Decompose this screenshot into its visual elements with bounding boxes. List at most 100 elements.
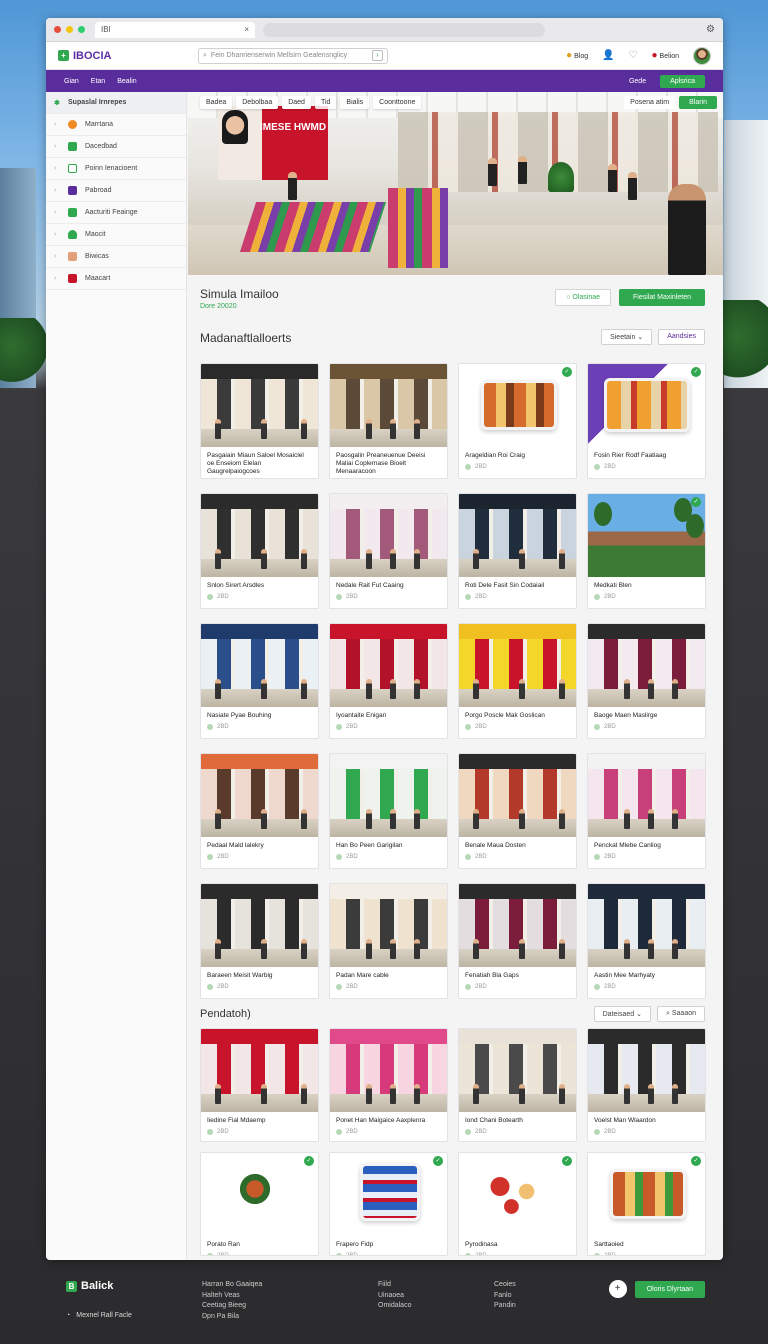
product-card[interactable]: Penckat Mlebe Canliog 2BD: [587, 753, 706, 869]
product-card[interactable]: ✓ Arageldian Roi Craig 2BD: [458, 363, 577, 479]
nav-item-0[interactable]: Gian: [64, 78, 79, 85]
nav-item-1[interactable]: Etan: [91, 78, 105, 85]
close-dot[interactable]: [54, 26, 61, 33]
hero-tab-1[interactable]: Debolbaa: [236, 96, 279, 109]
address-bar[interactable]: [263, 22, 545, 37]
hero-chip[interactable]: Posena atim: [624, 96, 676, 109]
product-card[interactable]: Baraeen Meisit Warbig 2BD: [200, 883, 319, 999]
product-card[interactable]: Nedale Rait Fut Caaing 2BD: [329, 493, 448, 609]
product-card[interactable]: ✓ Porato Ran 2BD: [200, 1152, 319, 1256]
product-card[interactable]: ✓ Pyrodinasa 2BD: [458, 1152, 577, 1256]
tab-close-icon[interactable]: ×: [244, 25, 249, 34]
product-card[interactable]: Padan Mare cable 2BD: [329, 883, 448, 999]
sidebar-item-5[interactable]: › Aacturiti Feainge: [46, 202, 186, 224]
footer-logo[interactable]: B Balick: [66, 1280, 113, 1292]
check-icon[interactable]: ✓: [433, 1156, 443, 1166]
card-meta-text: 2BD: [604, 853, 616, 860]
product-card[interactable]: ✓ Frapero Fidp 2BD: [329, 1152, 448, 1256]
notification-icon[interactable]: ♡: [629, 50, 638, 61]
product-card[interactable]: Pedaal Mald lalekry 2BD: [200, 753, 319, 869]
footer-link[interactable]: Ceoies: [494, 1280, 516, 1291]
product-card[interactable]: Benale Maua Dosten 2BD: [458, 753, 577, 869]
footer-link[interactable]: Ceetiag Bieeg: [202, 1301, 262, 1312]
product-card[interactable]: Fenatiah Bla Gaps 2BD: [458, 883, 577, 999]
product-card[interactable]: Roti Dele Fasit Sin Codaiail 2BD: [458, 493, 577, 609]
hero-tab-5[interactable]: Coonttoone: [373, 96, 422, 109]
sidebar-item-2[interactable]: › Dacedbad: [46, 136, 186, 158]
date-dropdown[interactable]: Dateisaed ⌄: [593, 1006, 651, 1022]
product-card[interactable]: ✓ Fosin Rier Rodf Faatiaag 2BD: [587, 363, 706, 479]
status-dot-icon: [594, 463, 600, 470]
search-box[interactable]: ⌕ Fein Dhanrienserwin Mellsirn Gealensng…: [198, 47, 388, 64]
check-icon[interactable]: ✓: [691, 367, 701, 377]
check-icon[interactable]: ✓: [562, 367, 572, 377]
card-meta: 2BD: [330, 1125, 447, 1139]
hero-button[interactable]: Blarin: [679, 96, 717, 109]
sidebar-item-6[interactable]: › Maocit: [46, 224, 186, 246]
check-icon[interactable]: ✓: [562, 1156, 572, 1166]
search-go-button[interactable]: ›: [372, 50, 383, 61]
footer-link[interactable]: Omidalaco: [378, 1301, 411, 1312]
product-card[interactable]: Nasiate Pyae Bouhing 2BD: [200, 623, 319, 739]
product-card[interactable]: Paosgalin Preaneuenue Deeisi Maliai Copl…: [329, 363, 448, 479]
footer-button[interactable]: Oloris Dlyrtaan: [634, 1280, 705, 1298]
check-icon[interactable]: ✓: [691, 497, 701, 507]
product-card[interactable]: Porgo Poscle Mak Goslican 2BD: [458, 623, 577, 739]
footer-link[interactable]: Fanlo: [494, 1291, 516, 1302]
product-card[interactable]: Iond Chani Botearth 2BD: [458, 1028, 577, 1142]
search-input[interactable]: Fein Dhanrienserwin Mellsirn Gealensngli…: [211, 52, 347, 59]
product-card[interactable]: Iyoantaite Enigan 2BD: [329, 623, 448, 739]
thumbnail-person: [366, 549, 372, 569]
footer-link[interactable]: Dpn Pa Bila: [202, 1312, 262, 1323]
maximize-dot[interactable]: [78, 26, 85, 33]
product-card[interactable]: Pasgaiain Miaun Saloel Mosaiclel oe Ense…: [200, 363, 319, 479]
minimize-dot[interactable]: [66, 26, 73, 33]
hero-tab-0[interactable]: Badea: [200, 96, 233, 109]
check-icon[interactable]: ✓: [304, 1156, 314, 1166]
sidebar-item-4[interactable]: › Pabroad: [46, 180, 186, 202]
footer-link[interactable]: Harran Bo Gaaiqea: [202, 1280, 262, 1291]
settings-icon[interactable]: ⚙: [706, 24, 715, 35]
nav-item-2[interactable]: Bealin: [117, 78, 136, 85]
add-icon[interactable]: +: [608, 1280, 627, 1298]
app-logo[interactable]: + IBOCIA: [58, 50, 198, 62]
product-card[interactable]: ✓ Sarttaoied 2BD: [587, 1152, 706, 1256]
sidebar-item-7[interactable]: › Biwicas: [46, 246, 186, 268]
status-dot-icon: [336, 1252, 342, 1255]
sort-dropdown[interactable]: Sieetain ⌄: [601, 329, 653, 345]
product-card[interactable]: Baoge Maen Maslirge 2BD: [587, 623, 706, 739]
hero-tab-4[interactable]: Bialis: [340, 96, 370, 109]
sidebar-item-8[interactable]: › Maacart: [46, 268, 186, 290]
footer-link[interactable]: Fiild: [378, 1280, 411, 1291]
user-link-2[interactable]: ● Belion: [652, 50, 679, 61]
avatar[interactable]: [693, 46, 711, 65]
check-icon[interactable]: ✓: [691, 1156, 701, 1166]
product-card[interactable]: Han Bo Peen Garigilan 2BD: [329, 753, 448, 869]
thumbnail-person: [261, 419, 267, 439]
product-card[interactable]: Aastin Mee Marhyaty 2BD: [587, 883, 706, 999]
product-card[interactable]: ✓ Medkati Blen 2BD: [587, 493, 706, 609]
product-card[interactable]: Snlon Sirert Arsdles 2BD: [200, 493, 319, 609]
hero-tab-3[interactable]: Tid: [314, 96, 337, 109]
footer-link[interactable]: Pandin: [494, 1301, 516, 1312]
user-link-1[interactable]: ● Blog: [566, 50, 588, 61]
section-primary-button[interactable]: Fiesilat Maxinleten: [619, 289, 705, 306]
nav-primary-button[interactable]: Aplsrica: [660, 74, 705, 88]
footer-link[interactable]: Uinaoea: [378, 1291, 411, 1302]
sidebar-item-3[interactable]: › Poinn Ienacioent: [46, 158, 186, 180]
nav-right-link[interactable]: Gede: [629, 78, 646, 85]
footer-link[interactable]: Halteh Veas: [202, 1291, 262, 1302]
card-caption: Iond Chani Botearth: [465, 1117, 523, 1124]
section-outline-button[interactable]: ○ Olasinae: [555, 289, 612, 306]
product-card[interactable]: Voelst Man Wlaardon 2BD: [587, 1028, 706, 1142]
product-card[interactable]: Iiedine Fial Mdaemp 2BD: [200, 1028, 319, 1142]
product-card[interactable]: Ponet Han Maigaice Aaxplenra 2BD: [329, 1028, 448, 1142]
browser-tab[interactable]: IBl ×: [95, 21, 255, 38]
grid-right-link[interactable]: Aandsies: [658, 329, 705, 345]
hero-tab-2[interactable]: Daed: [282, 96, 311, 109]
user-icon[interactable]: 👤: [602, 50, 614, 61]
card-meta: 2BD: [459, 850, 576, 864]
grid-search-button[interactable]: ⌕ Saaaon: [656, 1006, 705, 1022]
sidebar-item-0[interactable]: ✱ Supaslal Irnrepes: [46, 92, 186, 114]
sidebar-item-1[interactable]: › Marrtana: [46, 114, 186, 136]
